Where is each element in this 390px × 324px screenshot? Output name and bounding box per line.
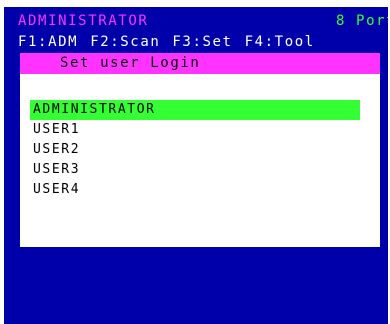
- f3-set-key[interactable]: F3:Set: [172, 34, 232, 50]
- set-user-login-dialog: Set user Login ADMINISTRATOR USER1 USER2…: [20, 53, 380, 247]
- current-user-title: ADMINISTRATOR: [18, 13, 149, 29]
- user-item-user3[interactable]: USER3: [30, 160, 360, 180]
- kvm-osd-screen: ADMINISTRATOR 8 Ports F1:ADM F2:Scan F3:Se…: [0, 0, 390, 324]
- f2-scan-key[interactable]: F2:Scan: [90, 34, 160, 50]
- f4-tool-key[interactable]: F4:Tool: [245, 34, 315, 50]
- osd-panel: ADMINISTRATOR 8 Ports F1:ADM F2:Scan F3:Se…: [4, 7, 388, 324]
- dialog-header: Set user Login: [20, 53, 380, 74]
- user-list: ADMINISTRATOR USER1 USER2 USER3 USER4: [30, 100, 360, 200]
- user-item-administrator[interactable]: ADMINISTRATOR: [30, 100, 360, 120]
- function-key-bar: F1:ADM F2:Scan F3:Set F4:Tool: [18, 34, 327, 50]
- dialog-title: Set user Login: [60, 55, 201, 71]
- f1-adm-key[interactable]: F1:ADM: [18, 34, 78, 50]
- user-item-user4[interactable]: USER4: [30, 180, 360, 200]
- port-count: 8 Ports: [336, 13, 388, 29]
- user-item-user1[interactable]: USER1: [30, 120, 360, 140]
- user-item-user2[interactable]: USER2: [30, 140, 360, 160]
